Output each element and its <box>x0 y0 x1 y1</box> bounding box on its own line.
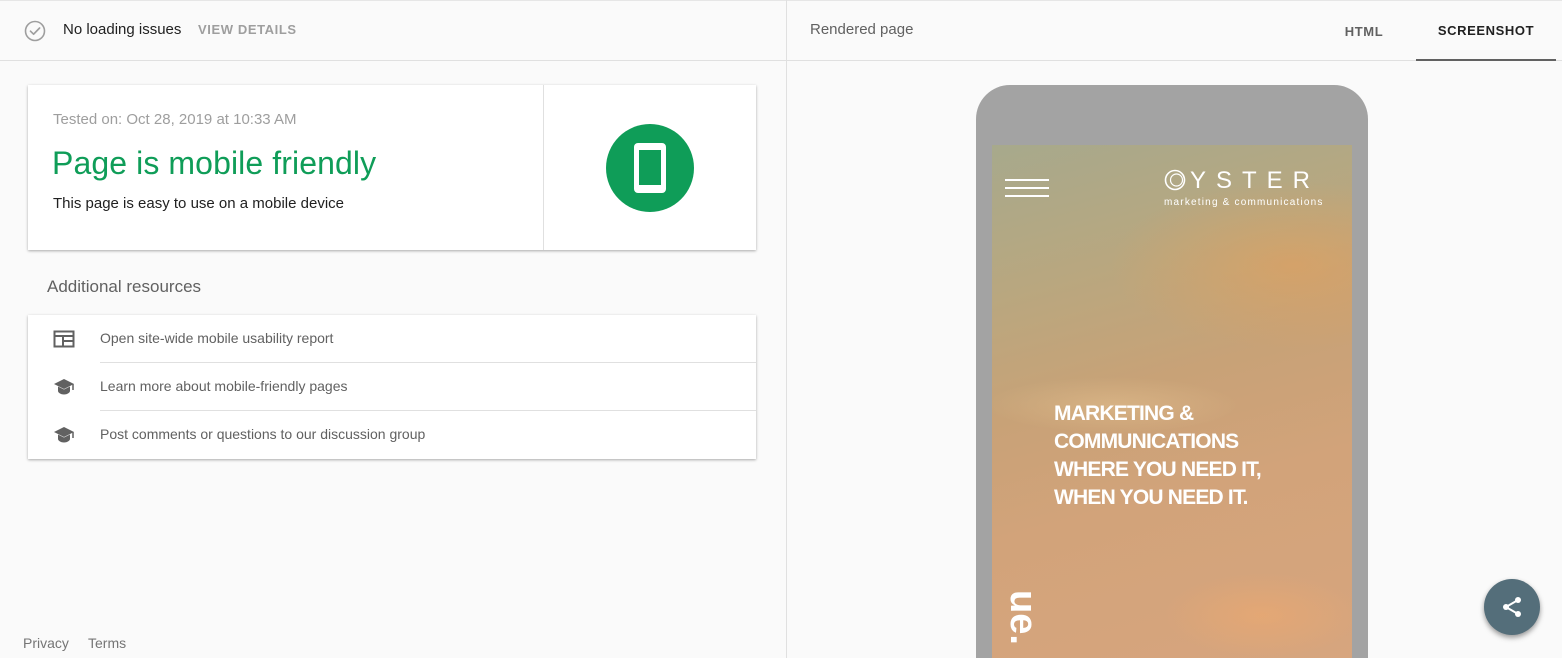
logo-ring-icon <box>1164 169 1186 191</box>
hero-line: COMMUNICATIONS <box>1054 430 1239 453</box>
vertical-text: ue. <box>1002 590 1044 645</box>
logo-tagline: marketing & communications <box>1164 197 1324 208</box>
privacy-link[interactable]: Privacy <box>23 635 69 651</box>
rendered-page-pane: Rendered page HTML SCREENSHOT YSTER mark… <box>787 0 1562 658</box>
resource-label: Learn more about mobile-friendly pages <box>100 378 348 394</box>
hamburger-menu-icon <box>1005 179 1049 199</box>
logo-wordmark: YSTER <box>1190 167 1321 194</box>
rendered-screenshot: YSTER marketing & communications MARKETI… <box>992 145 1352 658</box>
verdict-description: This page is easy to use on a mobile dev… <box>53 195 344 212</box>
hero-line: WHERE YOU NEED IT, <box>1054 458 1262 481</box>
mobile-friendly-test-app: No loading issues VIEW DETAILS Tested on… <box>0 0 1562 658</box>
check-circle-icon <box>24 20 46 42</box>
rendered-page-title: Rendered page <box>810 21 914 38</box>
resource-item-usability-report[interactable]: Open site-wide mobile usability report <box>28 315 756 363</box>
resource-item-learn-more[interactable]: Learn more about mobile-friendly pages <box>28 363 756 411</box>
tested-on-timestamp: Tested on: Oct 28, 2019 at 10:33 AM <box>53 111 297 128</box>
tab-html[interactable]: HTML <box>1314 1 1414 61</box>
test-result-card: Tested on: Oct 28, 2019 at 10:33 AM Page… <box>28 85 756 250</box>
results-pane: No loading issues VIEW DETAILS Tested on… <box>0 0 786 658</box>
hero-line: MARKETING & <box>1054 402 1194 425</box>
loading-status-text: No loading issues <box>63 21 182 38</box>
tab-screenshot[interactable]: SCREENSHOT <box>1416 1 1556 61</box>
mobile-friendly-icon <box>606 124 694 212</box>
resource-label: Open site-wide mobile usability report <box>100 330 334 346</box>
resource-list: Open site-wide mobile usability report L… <box>28 315 756 459</box>
smartphone-icon <box>634 143 666 193</box>
share-button[interactable] <box>1484 579 1540 635</box>
hero-headline: MARKETING & COMMUNICATIONS WHERE YOU NEE… <box>1054 400 1314 512</box>
resource-item-discussion-group[interactable]: Post comments or questions to our discus… <box>28 411 756 459</box>
loading-status-bar: No loading issues VIEW DETAILS <box>0 0 786 61</box>
share-icon <box>1503 597 1521 617</box>
school-icon <box>54 379 74 395</box>
rendered-page-header: Rendered page HTML SCREENSHOT <box>787 0 1562 61</box>
report-icon <box>53 330 75 348</box>
terms-link[interactable]: Terms <box>88 635 126 651</box>
additional-resources-heading: Additional resources <box>47 277 202 296</box>
card-divider <box>543 85 544 250</box>
school-icon <box>54 427 74 443</box>
hero-line: WHEN YOU NEED IT. <box>1054 486 1249 509</box>
verdict-heading: Page is mobile friendly <box>52 145 377 181</box>
resource-label: Post comments or questions to our discus… <box>100 426 426 442</box>
oyster-logo: YSTER marketing & communications <box>1164 167 1342 209</box>
view-details-button[interactable]: VIEW DETAILS <box>198 22 297 37</box>
